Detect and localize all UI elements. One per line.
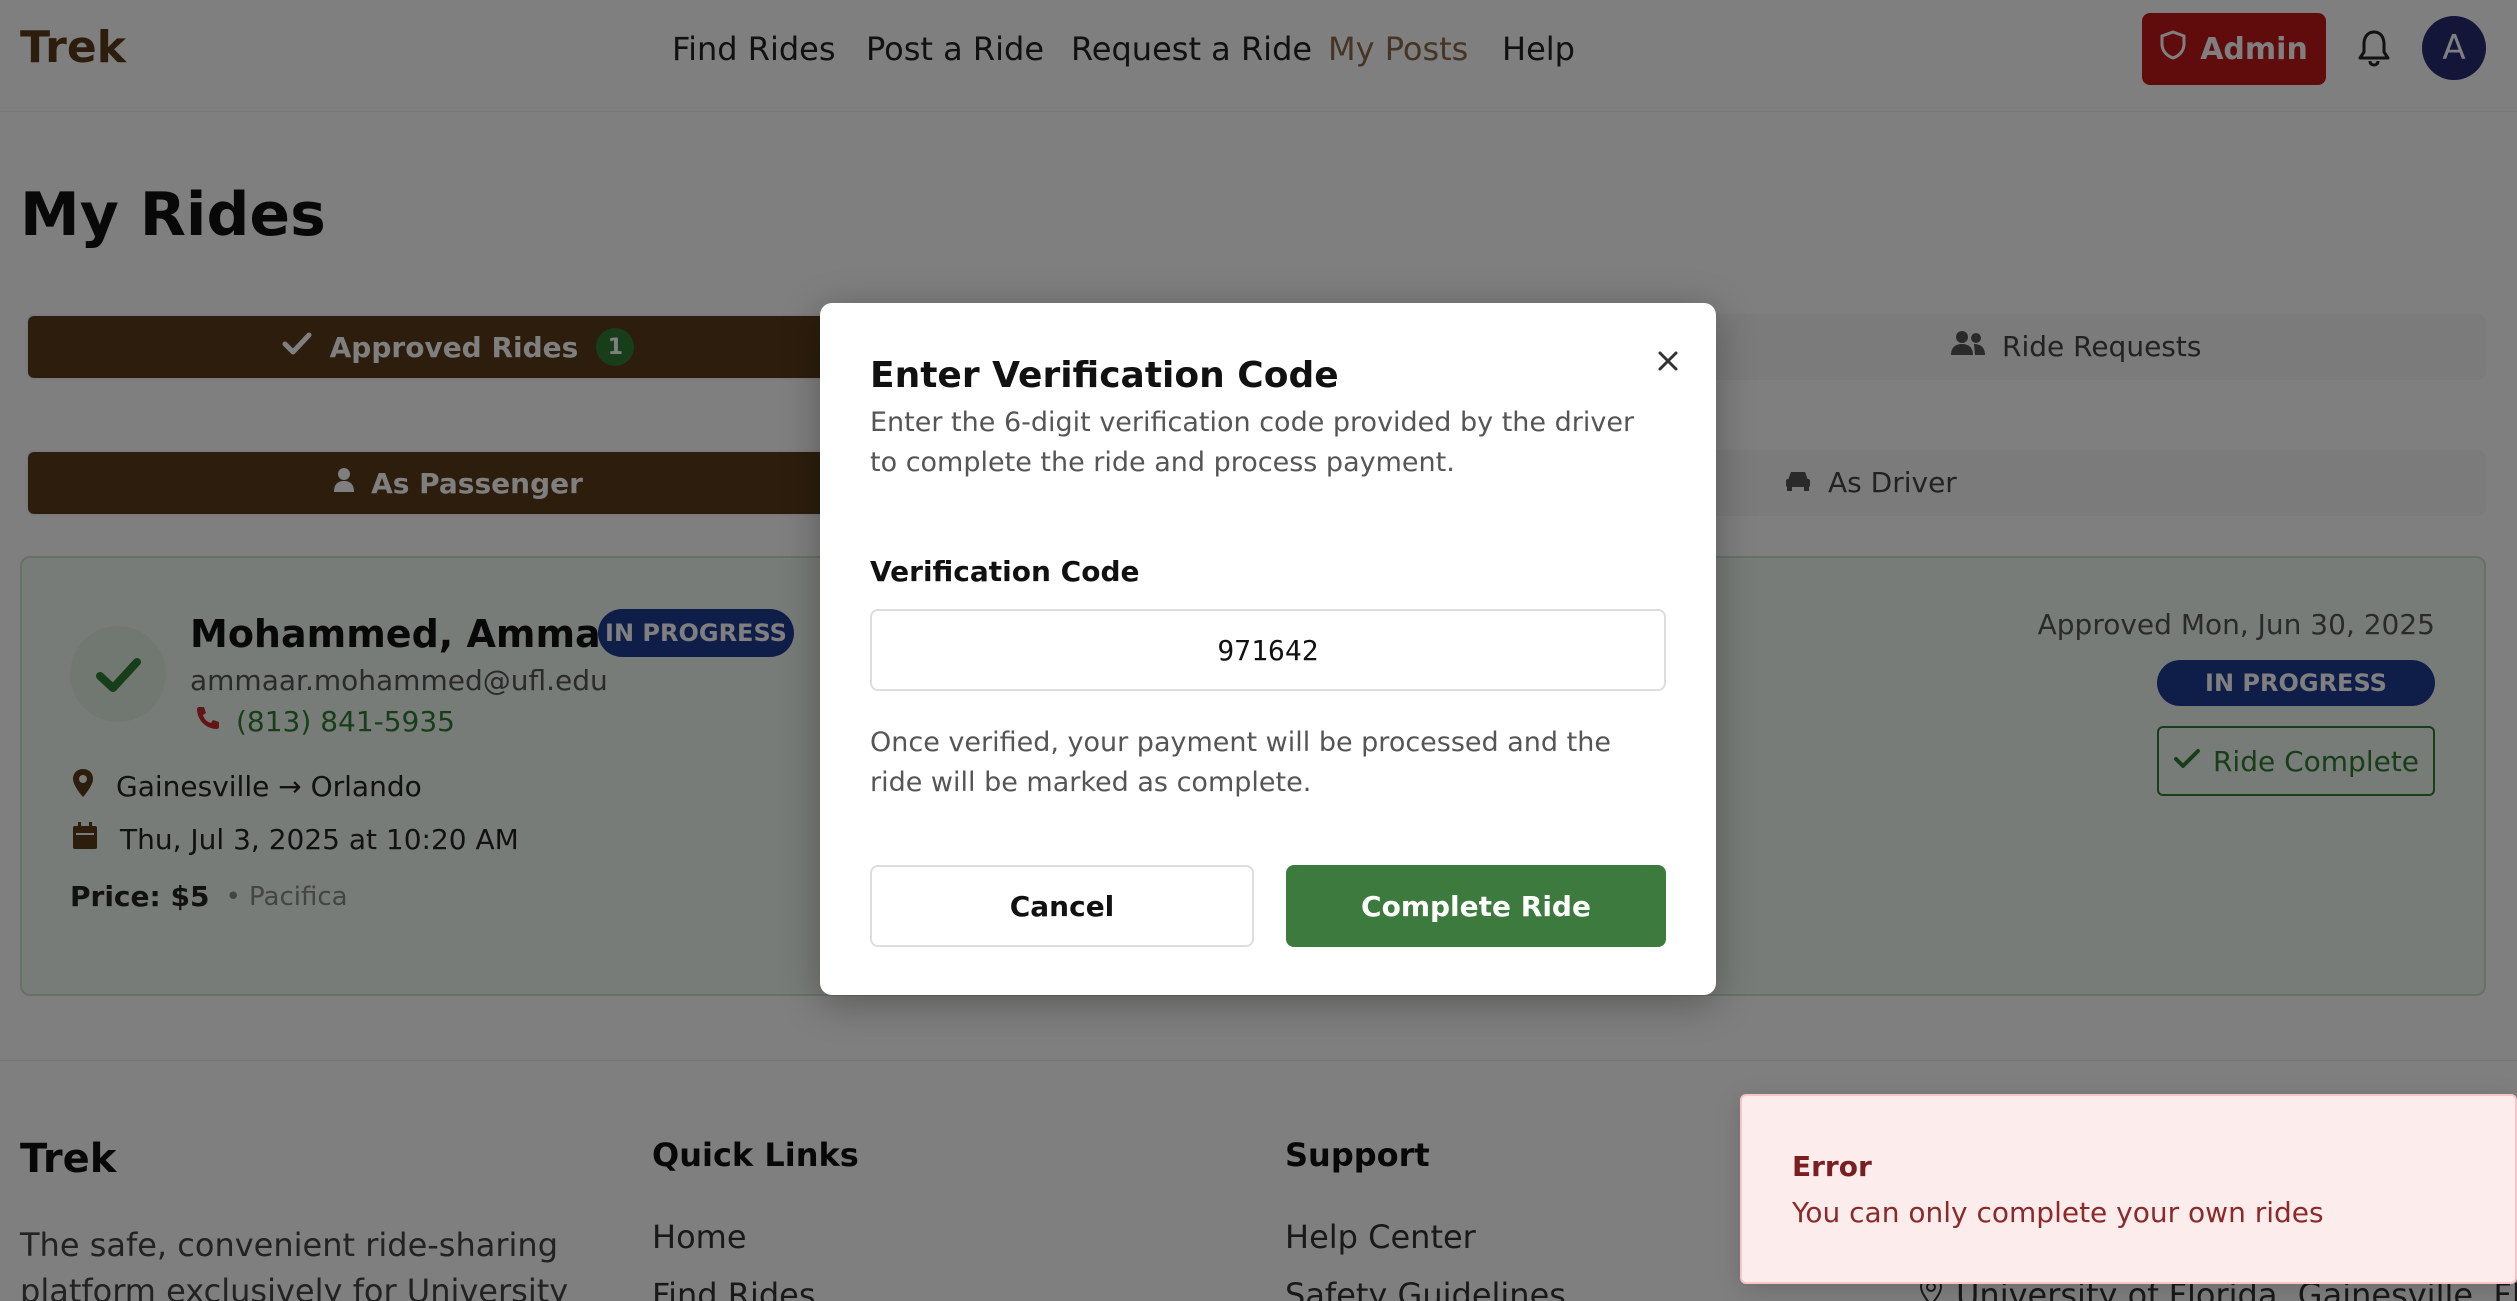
verification-code-label: Verification Code	[870, 555, 1140, 588]
modal-title: Enter Verification Code	[870, 355, 1339, 396]
complete-ride-button[interactable]: Complete Ride	[1286, 865, 1666, 947]
close-icon[interactable]	[1648, 341, 1688, 381]
verification-modal: Enter Verification Code Enter the 6-digi…	[820, 303, 1716, 995]
toast-message: You can only complete your own rides	[1792, 1196, 2324, 1229]
error-toast[interactable]: Error You can only complete your own rid…	[1740, 1094, 2517, 1284]
toast-title: Error	[1792, 1150, 1872, 1183]
verification-code-input[interactable]	[870, 609, 1666, 691]
modal-note: Once verified, your payment will be proc…	[870, 727, 1611, 798]
cancel-button[interactable]: Cancel	[870, 865, 1254, 947]
modal-description: Enter the 6-digit verification code prov…	[870, 407, 1635, 478]
